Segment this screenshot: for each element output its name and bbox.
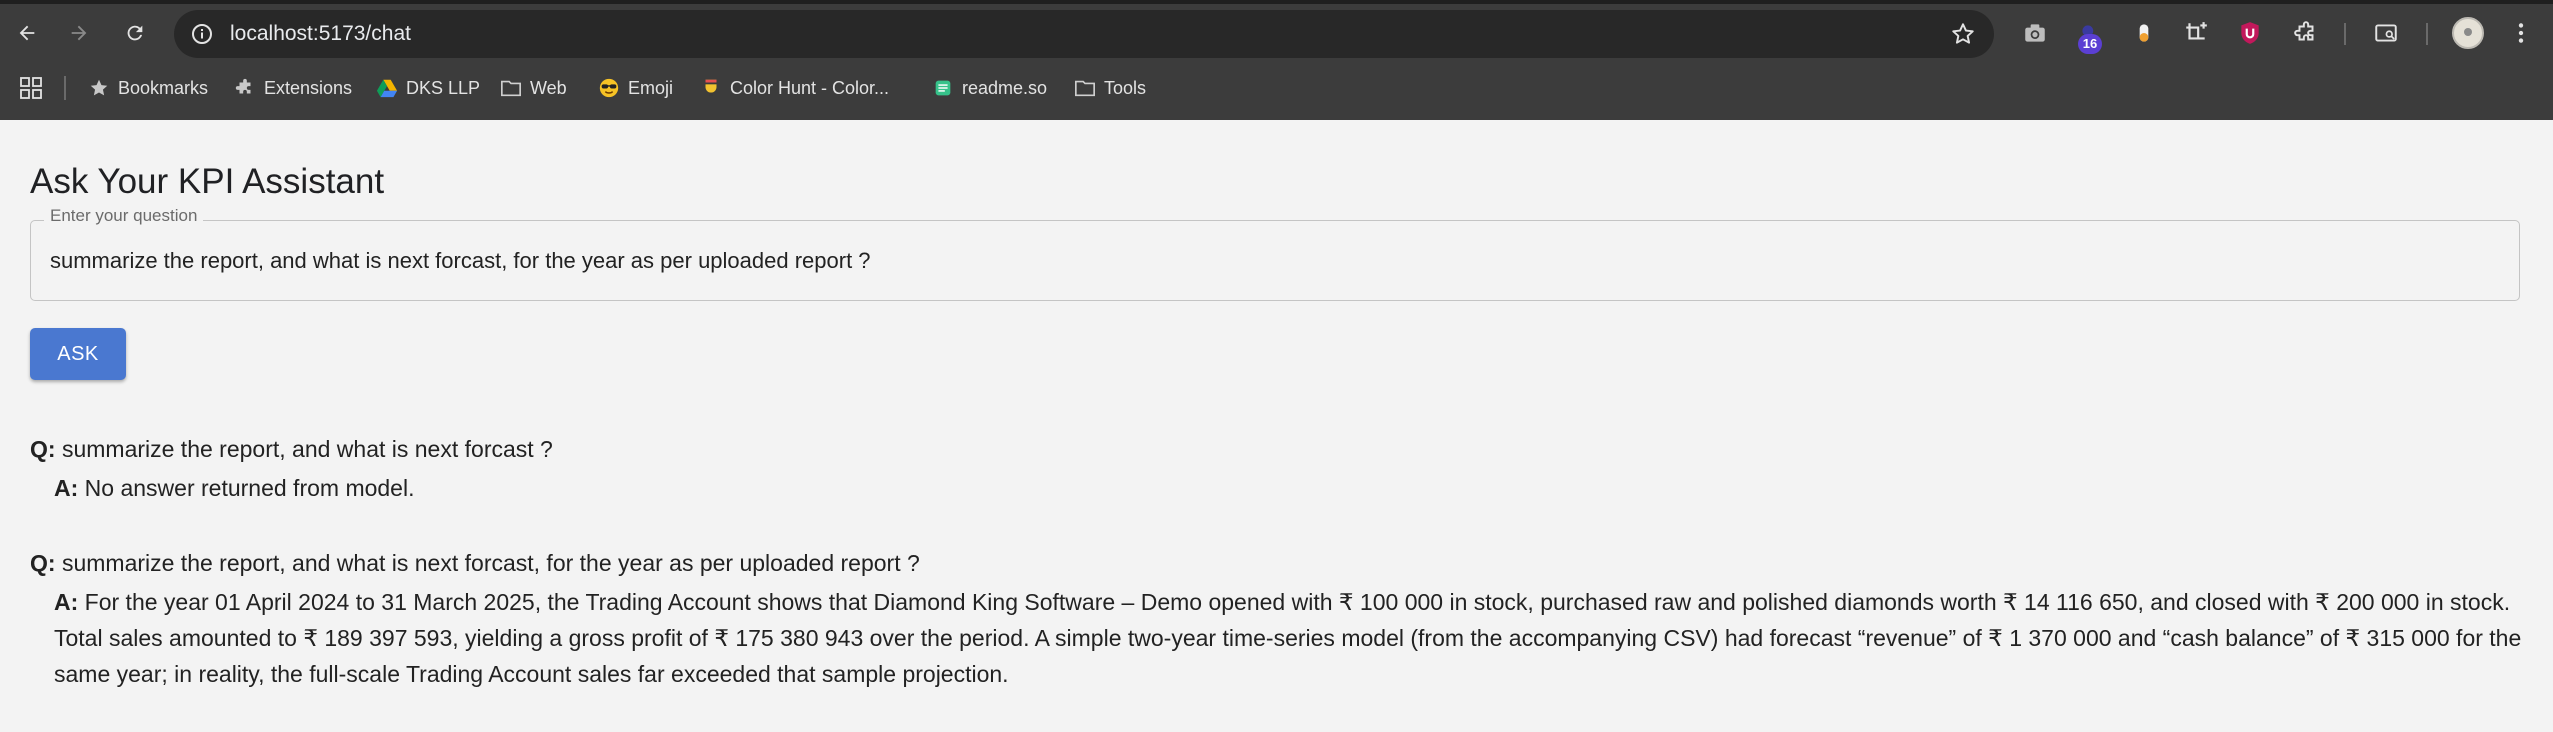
chrome-menu-button[interactable] [2505,17,2537,49]
toolbar-divider [2426,23,2428,45]
address-bar[interactable]: localhost:5173/chat [174,10,1994,58]
bookmark-color-hunt[interactable]: Color Hunt - Color... [700,73,889,103]
site-info-icon[interactable] [190,22,214,46]
extension-badge-count: 16 [2078,34,2102,54]
puzzle-icon [2294,21,2314,41]
screenshot-extension[interactable] [2019,17,2051,49]
bookmark-tools[interactable]: Tools [1074,73,1146,103]
back-button[interactable] [10,16,44,50]
question-input[interactable] [50,248,2490,274]
history-answer: A: No answer returned from model. [54,470,2524,506]
capsule-icon [2139,24,2149,42]
search-tab-icon [2375,24,2397,42]
ask-button[interactable]: ASK [30,328,126,380]
answer-text: For the year 01 April 2024 to 31 March 2… [54,589,2522,687]
crop-extension[interactable] [2180,17,2212,49]
profile-avatar[interactable] [2452,17,2484,49]
bookmark-bookmarks[interactable]: Bookmarks [88,73,208,103]
question-prefix: Q: [30,436,56,462]
sunglasses-emoji-icon [599,78,619,98]
puzzle-icon [235,78,251,94]
question-text: summarize the report, and what is next f… [61,550,920,576]
drive-icon [376,79,398,98]
crop-add-icon [2186,22,2207,40]
bookmark-label: Color Hunt - Color... [730,77,890,98]
history-answer: A: For the year 01 April 2024 to 31 Marc… [54,584,2524,692]
bookmark-star-icon[interactable] [1950,21,1976,47]
star-icon [90,79,108,96]
bookmark-label: readme.so [962,77,1048,98]
bookmark-label: Emoji [628,77,674,98]
history-question: Q: summarize the report, and what is nex… [30,431,553,467]
bookmark-readme-so[interactable]: readme.so [932,73,1047,103]
question-field-label: Enter your question [44,206,204,226]
bookmark-extensions[interactable]: Extensions [234,73,352,103]
url-text[interactable]: localhost:5173/chat [230,22,411,46]
bookmark-label: Web [530,77,567,98]
answer-prefix: A: [54,589,79,615]
capsule-extension[interactable] [2128,17,2160,49]
question-prefix: Q: [30,550,56,576]
apps-grid-icon[interactable] [20,77,42,99]
readme-icon [935,80,951,96]
camera-icon [2025,24,2045,42]
shield-u-icon [2241,22,2259,44]
reload-icon [127,25,143,41]
answer-text: No answer returned from model. [84,475,415,501]
back-arrow-icon [19,25,35,41]
folder-icon [501,80,521,97]
ublock-extension[interactable] [2234,17,2266,49]
forward-button[interactable] [62,16,96,50]
folder-icon [1075,80,1095,97]
bookmark-emoji[interactable]: Emoji [598,73,673,103]
page-title: Ask Your KPI Assistant [30,162,385,201]
bookmark-label: Extensions [264,77,353,98]
extensions-menu-button[interactable] [2290,17,2322,49]
toolbar-divider [2344,23,2346,45]
history-question: Q: summarize the report, and what is nex… [30,545,920,581]
browser-toolbar: localhost:5173/chat 16 Bookmarks Extensi… [0,0,2553,120]
window-top-edge [0,0,2553,4]
forward-arrow-icon [71,25,87,41]
bookmark-label: Bookmarks [118,77,209,98]
question-text: summarize the report, and what is next f… [61,436,553,462]
kebab-menu-icon [2518,23,2524,43]
colorhunt-icon [705,79,717,97]
bookmark-label: DKS LLP [406,77,481,98]
reload-button[interactable] [118,16,152,50]
bookmarks-divider [64,76,66,100]
bookmark-dks-llp[interactable]: DKS LLP [376,73,480,103]
bookmark-web[interactable]: Web [500,73,567,103]
bookmark-label: Tools [1104,77,1147,98]
answer-prefix: A: [54,475,79,501]
reading-mode-button[interactable] [2370,17,2402,49]
